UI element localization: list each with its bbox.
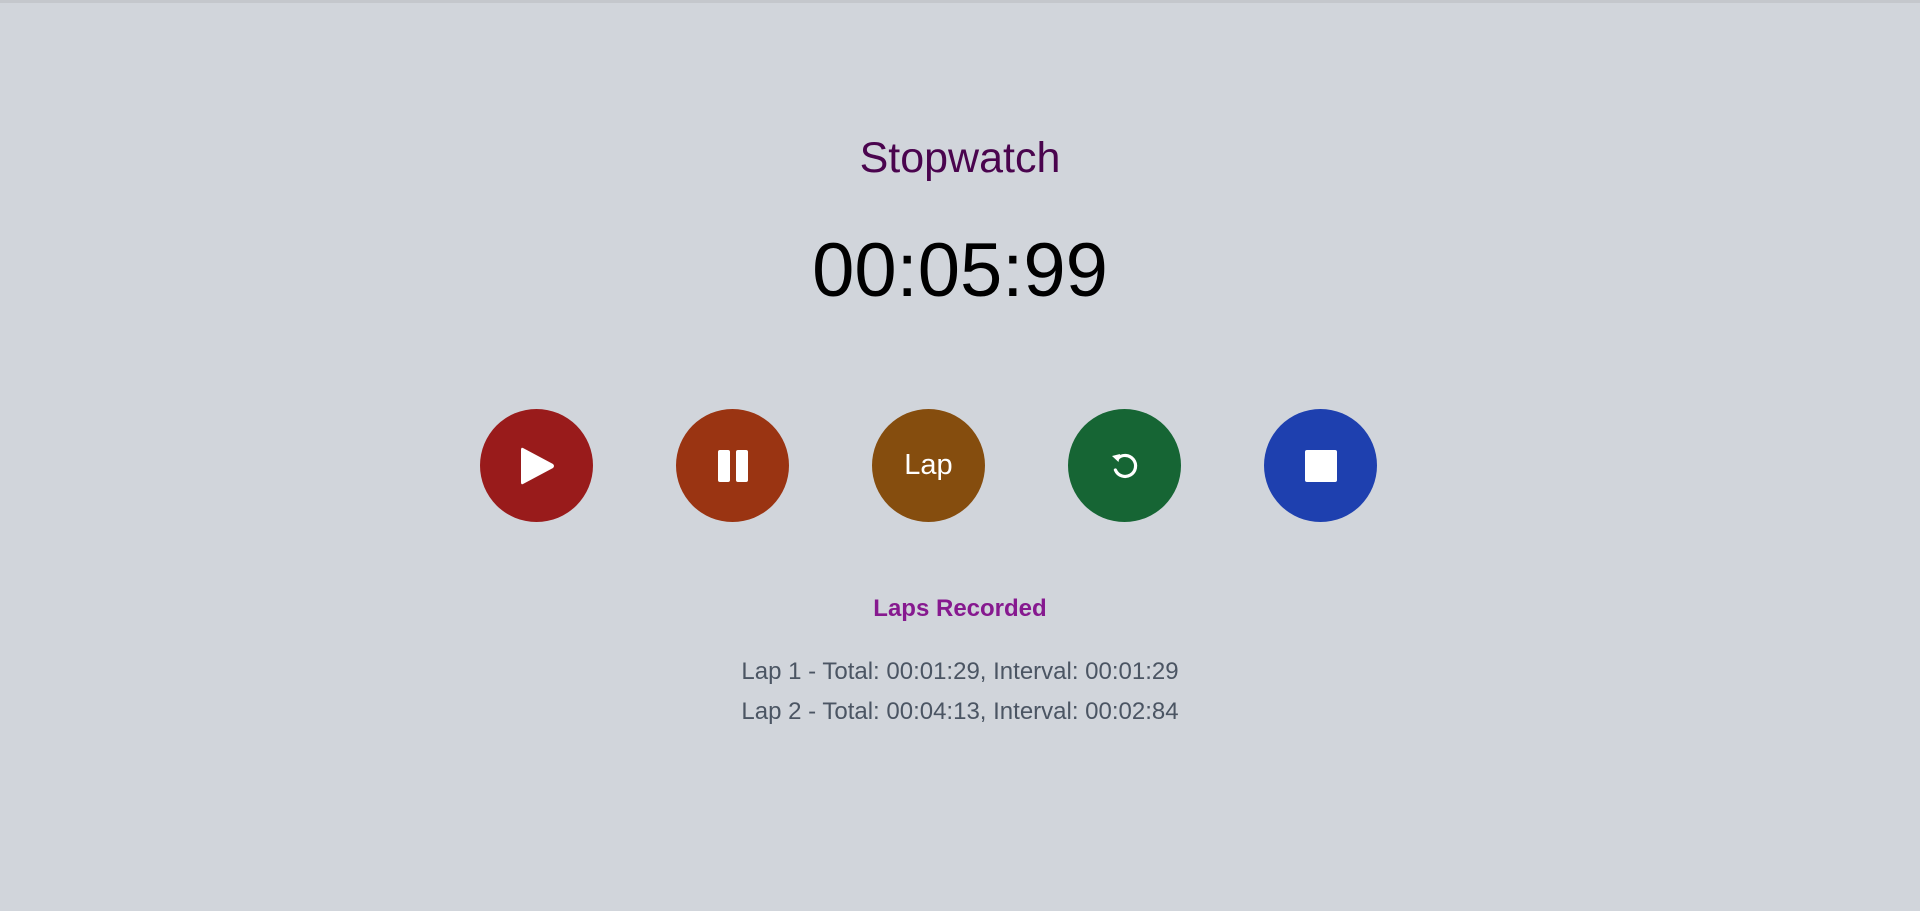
laps-heading: Laps Recorded — [873, 595, 1047, 622]
lap-entry: Lap 1 - Total: 00:01:29, Interval: 00:01… — [741, 658, 1179, 685]
pause-icon — [717, 449, 748, 482]
pause-button[interactable] — [676, 409, 789, 522]
reset-button[interactable] — [1068, 409, 1181, 522]
lap-button[interactable]: Lap — [872, 409, 985, 522]
stopwatch-app: Stopwatch 00:05:99 Lap Laps Recorded Lap… — [0, 0, 1920, 911]
stop-button[interactable] — [1264, 409, 1377, 522]
laps-list: Lap 1 - Total: 00:01:29, Interval: 00:01… — [0, 652, 1920, 732]
play-icon — [520, 447, 554, 484]
refresh-icon — [1111, 453, 1137, 478]
stop-icon — [1304, 449, 1337, 482]
start-button[interactable] — [480, 409, 593, 522]
control-buttons: Lap — [0, 409, 1920, 522]
time-display: 00:05:99 — [812, 228, 1108, 313]
lap-entry: Lap 2 - Total: 00:04:13, Interval: 00:02… — [741, 698, 1179, 725]
page-title: Stopwatch — [859, 134, 1061, 182]
lap-button-label: Lap — [904, 449, 953, 481]
